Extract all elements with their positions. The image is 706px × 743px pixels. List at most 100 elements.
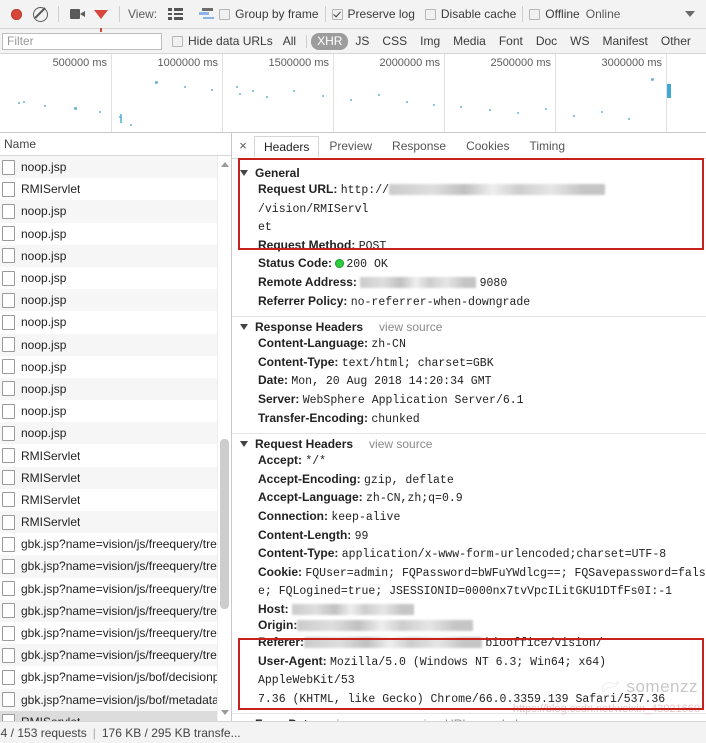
table-row[interactable]: gbk.jsp?name=vision/js/freequery/tree (0, 533, 231, 555)
table-row[interactable]: noop.jsp (0, 267, 231, 289)
remote-address-port: 9080 (479, 276, 508, 290)
requests-scrollbar[interactable] (217, 156, 231, 721)
filter-type-media[interactable]: Media (447, 33, 492, 50)
general-remote-address: Remote Address: 9080 (240, 274, 706, 293)
disable-cache-checkbox[interactable]: Disable cache (424, 7, 516, 21)
overview-tick-labels: 500000 ms 1000000 ms 1500000 ms 2000000 … (0, 54, 706, 74)
scroll-down-icon[interactable] (220, 710, 229, 715)
table-row[interactable]: noop.jsp (0, 289, 231, 312)
table-row[interactable]: noop.jsp (0, 356, 231, 378)
tab-timing[interactable]: Timing (519, 135, 575, 156)
view-list-button[interactable] (163, 2, 187, 26)
overview-tick: 2500000 ms (490, 57, 551, 69)
document-icon (2, 248, 15, 264)
document-icon (2, 448, 15, 464)
filter-type-xhr[interactable]: XHR (311, 32, 349, 50)
throttling-value[interactable]: Online (586, 7, 621, 21)
capture-screenshots-button[interactable] (65, 2, 89, 26)
table-row[interactable]: noop.jsp (0, 422, 231, 445)
table-row[interactable]: noop.jsp (0, 156, 231, 179)
header-value: FQUser=admin; FQPassword=bWFuYWdlcg==; F… (305, 566, 706, 580)
filter-type-manifest[interactable]: Manifest (597, 33, 654, 50)
tab-preview[interactable]: Preview (319, 135, 382, 156)
filter-type-font[interactable]: Font (493, 33, 529, 50)
general-request-url-wrap: et (240, 218, 706, 237)
waterfall-view-icon (198, 8, 214, 20)
table-row[interactable]: gbk.jsp?name=vision/js/bof/metadata/ (0, 688, 231, 711)
record-button[interactable] (4, 2, 28, 26)
tab-response[interactable]: Response (382, 135, 456, 156)
scrollbar-thumb[interactable] (220, 438, 229, 609)
network-overview-timeline[interactable]: 500000 ms 1000000 ms 1500000 ms 2000000 … (0, 54, 706, 133)
header-value: 99 (354, 529, 369, 543)
table-row[interactable]: RMIServlet (0, 466, 231, 489)
clear-button[interactable] (28, 2, 52, 26)
requests-rows[interactable]: noop.jsp RMIServlet noop.jsp noop.jsp noop.j… (0, 156, 231, 721)
preserve-log-checkbox[interactable]: Preserve log (331, 7, 415, 21)
filter-type-css[interactable]: CSS (376, 33, 413, 50)
filter-type-js[interactable]: JS (349, 33, 375, 50)
group-by-frame-checkbox[interactable]: Group by frame (219, 7, 319, 21)
table-row[interactable]: RMIServlet (0, 710, 231, 721)
filter-type-other[interactable]: Other (655, 33, 697, 50)
table-row[interactable]: gbk.jsp?name=vision/js/freequery/tree (0, 599, 231, 622)
requests-column-header[interactable]: Name (0, 133, 231, 156)
table-row[interactable]: noop.jsp (0, 223, 231, 245)
hide-data-urls-checkbox[interactable]: Hide data URLs (172, 34, 273, 48)
request-name: noop.jsp (21, 381, 67, 396)
more-options-button[interactable] (678, 2, 702, 26)
overview-tick: 2000000 ms (379, 57, 440, 69)
view-waterfall-button[interactable] (187, 2, 215, 26)
close-detail-button[interactable]: × (232, 138, 254, 153)
status-transferred: 176 KB / 295 KB transfe... (101, 725, 241, 740)
table-row[interactable]: gbk.jsp?name=vision/js/bof/decisionpa (0, 666, 231, 688)
filter-type-ws[interactable]: WS (564, 33, 595, 50)
filter-input[interactable] (2, 32, 162, 50)
section-form-data-header[interactable]: Form Data view source view URL encoded (240, 717, 706, 721)
table-row[interactable]: noop.jsp (0, 311, 231, 333)
filter-type-doc[interactable]: Doc (530, 33, 563, 50)
scroll-up-icon[interactable] (220, 162, 229, 167)
request-header-row: Accept-Language: zh-CN,zh;q=0.9 (240, 489, 706, 508)
filter-toggle-button[interactable] (89, 2, 113, 32)
request-header-referer: Referer: biooffice/vision/ (240, 634, 706, 653)
table-row[interactable]: RMIServlet (0, 489, 231, 511)
form-view-url-encoded-link[interactable]: view URL encoded (418, 717, 518, 721)
status-divider: | (92, 725, 96, 740)
offline-checkbox[interactable]: Offline (529, 7, 580, 21)
section-general-header[interactable]: General (240, 166, 706, 180)
request-name: noop.jsp (21, 404, 67, 419)
request-view-source-link[interactable]: view source (369, 437, 432, 451)
table-row[interactable]: gbk.jsp?name=vision/js/freequery/tree (0, 555, 231, 578)
request-url-suffix: /vision/RMIServl (258, 202, 369, 216)
table-row[interactable]: gbk.jsp?name=vision/js/freequery/tree (0, 578, 231, 600)
response-view-source-link[interactable]: view source (379, 320, 442, 334)
section-response-headers-header[interactable]: Response Headers view source (240, 320, 706, 334)
table-row[interactable]: noop.jsp (0, 333, 231, 356)
table-row[interactable]: gbk.jsp?name=vision/js/freequery/tree (0, 644, 231, 667)
document-icon (2, 159, 15, 175)
overview-tick: 1000000 ms (157, 57, 218, 69)
table-row[interactable]: noop.jsp (0, 200, 231, 223)
tab-cookies[interactable]: Cookies (456, 135, 519, 156)
header-value: zh-CN,zh;q=0.9 (366, 492, 463, 506)
document-icon (2, 403, 15, 419)
filter-type-all[interactable]: All (277, 33, 302, 50)
tab-headers[interactable]: Headers (254, 136, 320, 157)
table-row[interactable]: RMIServlet (0, 444, 231, 466)
request-name: gbk.jsp?name=vision/js/bof/decisionpa (21, 670, 227, 685)
header-value: Mon, 20 Aug 2018 14:20:34 GMT (291, 375, 492, 389)
section-form-data-title: Form Data (255, 717, 314, 721)
table-row[interactable]: noop.jsp (0, 400, 231, 422)
table-row[interactable]: RMIServlet (0, 178, 231, 200)
table-row[interactable]: noop.jsp (0, 244, 231, 267)
overview-tick: 1500000 ms (268, 57, 329, 69)
filter-type-img[interactable]: Img (414, 33, 446, 50)
request-name: RMIServlet (21, 182, 81, 197)
request-name: gbk.jsp?name=vision/js/freequery/tree (21, 626, 224, 641)
table-row[interactable]: RMIServlet (0, 511, 231, 534)
section-request-headers-header[interactable]: Request Headers view source (240, 437, 706, 451)
table-row[interactable]: noop.jsp (0, 377, 231, 401)
form-view-source-link[interactable]: view source (330, 717, 393, 721)
table-row[interactable]: gbk.jsp?name=vision/js/freequery/tree (0, 622, 231, 644)
